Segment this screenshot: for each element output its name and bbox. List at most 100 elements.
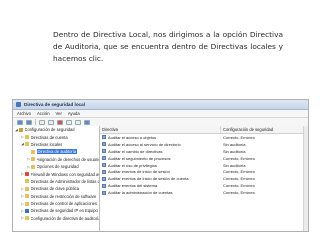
app-icon bbox=[16, 102, 21, 107]
forward-arrow-icon[interactable] bbox=[26, 119, 32, 125]
expander-icon[interactable]: ◢ bbox=[15, 128, 18, 132]
policy-cell: Auditar eventos de inicio de sesión de c… bbox=[100, 176, 221, 181]
show-tree-icon[interactable] bbox=[48, 119, 54, 125]
tree-item[interactable]: ▷ Directivas de restricción de software bbox=[13, 193, 99, 200]
tree-item[interactable]: ▷ Firewall de Windows con seguridad avanz… bbox=[13, 170, 99, 177]
table-row[interactable]: Auditar eventos de inicio de sesión de c… bbox=[100, 175, 308, 182]
tree-item[interactable]: ◢ Directivas locales bbox=[13, 141, 99, 148]
tree-item-label: Configuración de seguridad bbox=[24, 127, 75, 133]
policy-icon bbox=[102, 149, 106, 154]
slide-caption: Dentro de Directiva Local, nos dirigimos… bbox=[53, 30, 283, 63]
tree-item[interactable]: ▷ Directivas de cuenta bbox=[13, 133, 99, 140]
tree-item-label: Directiva de auditoría bbox=[36, 149, 78, 155]
expander-icon[interactable]: ▷ bbox=[27, 165, 30, 169]
menu-accion[interactable]: Acción bbox=[37, 111, 50, 116]
setting-cell: Correcto, Erróneo bbox=[223, 169, 255, 175]
tree-item[interactable]: ▷ Directivas de seguridad IP en Equipo lo… bbox=[13, 207, 99, 214]
expander-icon[interactable]: ▷ bbox=[21, 209, 24, 213]
policy-icon bbox=[102, 190, 106, 195]
tree-item[interactable]: ▷ Configuración de directiva de auditoría… bbox=[13, 215, 99, 222]
menu-archivo[interactable]: Archivo bbox=[17, 111, 31, 116]
expander-icon[interactable]: ▷ bbox=[21, 187, 24, 191]
back-arrow-icon[interactable] bbox=[17, 119, 23, 125]
security-policy-window: Directiva de seguridad local Archivo Acc… bbox=[12, 99, 309, 232]
policy-icon bbox=[102, 142, 106, 147]
export-list-icon[interactable] bbox=[75, 119, 81, 125]
policy-name: Auditar el seguimiento de procesos bbox=[108, 155, 171, 161]
table-row[interactable]: Auditar la administración de cuentas Corr… bbox=[100, 189, 308, 196]
vertical-scrollbar[interactable] bbox=[303, 126, 308, 231]
help-icon[interactable] bbox=[84, 119, 90, 125]
column-header-policy[interactable]: Directiva bbox=[100, 126, 221, 133]
folder-icon bbox=[25, 194, 29, 199]
menu-bar: Archivo Acción Ver Ayuda bbox=[13, 110, 308, 118]
tree-item[interactable]: Directivas de Administrador de listas de… bbox=[13, 178, 99, 185]
policy-icon bbox=[102, 163, 106, 167]
setting-cell: Correcto, Erróneo bbox=[223, 190, 255, 196]
menu-ver[interactable]: Ver bbox=[56, 111, 62, 116]
console-tree: ◢ Configuración de seguridad ▷ Directivas d… bbox=[13, 126, 100, 231]
policy-name: Auditar el acceso al servicio de directo… bbox=[108, 141, 181, 147]
policy-cell: Auditar el acceso al servicio de directo… bbox=[100, 142, 221, 147]
policy-cell: Auditar el seguimiento de procesos bbox=[100, 156, 221, 161]
tree-item[interactable]: Directiva de auditoría bbox=[13, 148, 99, 155]
window-titlebar: Directiva de seguridad local bbox=[13, 100, 308, 110]
table-row[interactable]: Auditar el seguimiento de procesos Correc… bbox=[100, 155, 308, 162]
policy-name: Auditar el uso de privilegios bbox=[108, 162, 157, 168]
delete-icon[interactable] bbox=[57, 119, 63, 125]
expander-icon[interactable]: ▷ bbox=[27, 157, 30, 161]
folder-icon bbox=[19, 127, 23, 132]
setting-cell: Sin auditoría bbox=[223, 148, 246, 154]
setting-cell: Correcto, Erróneo bbox=[223, 176, 255, 182]
expander-icon[interactable]: ◢ bbox=[21, 142, 24, 146]
list-header: Directiva Configuración de seguridad bbox=[100, 126, 308, 134]
expander-icon[interactable]: ▷ bbox=[21, 202, 24, 206]
table-row[interactable]: Auditar el uso de privilegios Sin auditor… bbox=[100, 162, 308, 169]
policy-name: Auditar el cambio de directivas bbox=[108, 148, 163, 154]
policy-icon bbox=[102, 176, 106, 181]
expander-icon[interactable]: ▷ bbox=[21, 135, 24, 139]
policy-list: Directiva Configuración de seguridad Aud… bbox=[100, 126, 308, 231]
policy-cell: Auditar la administración de cuentas bbox=[100, 190, 221, 195]
folder-icon bbox=[25, 172, 29, 177]
tree-item-label: Directivas de clave pública bbox=[30, 186, 79, 192]
folder-icon bbox=[31, 164, 35, 169]
tree-item[interactable]: ▷ Asignación de derechos de usuario bbox=[13, 156, 99, 163]
folder-icon bbox=[25, 142, 29, 147]
policy-icon bbox=[102, 156, 106, 161]
table-row[interactable]: Auditar eventos del sistema Correcto, Err… bbox=[100, 182, 308, 189]
policy-cell: Auditar el uso de privilegios bbox=[100, 163, 221, 168]
table-row[interactable]: Auditar eventos de inicio de sesión Corre… bbox=[100, 168, 308, 175]
tree-item[interactable]: ▷ Directivas de control de aplicaciones bbox=[13, 200, 99, 207]
up-folder-icon[interactable] bbox=[39, 119, 45, 125]
folder-icon bbox=[25, 208, 29, 213]
properties-icon[interactable] bbox=[66, 119, 72, 125]
policy-cell: Auditar eventos del sistema bbox=[100, 183, 221, 188]
setting-cell: Correcto, Erróneo bbox=[223, 183, 255, 189]
folder-icon bbox=[25, 201, 29, 206]
tree-item[interactable]: ▷ Opciones de seguridad bbox=[13, 163, 99, 170]
column-header-setting[interactable]: Configuración de seguridad bbox=[221, 126, 308, 133]
table-row[interactable]: Auditar el acceso a objetos Correcto, Err… bbox=[100, 134, 308, 141]
policy-cell: Auditar el cambio de directivas bbox=[100, 149, 221, 154]
folder-icon bbox=[31, 157, 35, 162]
tree-item-label: Directivas de seguridad IP en Equipo loc… bbox=[30, 208, 100, 214]
tree-item[interactable]: ◢ Configuración de seguridad bbox=[13, 126, 99, 133]
expander-icon[interactable]: ▷ bbox=[21, 216, 24, 220]
policy-name: Auditar eventos de inicio de sesión bbox=[108, 169, 170, 175]
menu-ayuda[interactable]: Ayuda bbox=[68, 111, 80, 116]
table-row[interactable]: Auditar el cambio de directivas Sin audit… bbox=[100, 148, 308, 155]
folder-icon bbox=[25, 179, 29, 184]
expander-icon[interactable]: ▷ bbox=[21, 194, 24, 198]
policy-name: Auditar el acceso a objetos bbox=[108, 134, 157, 140]
tree-item-label: Configuración de directiva de auditoría … bbox=[30, 215, 100, 221]
folder-icon bbox=[31, 149, 35, 154]
expander-icon[interactable]: ▷ bbox=[21, 172, 24, 176]
tree-item[interactable]: ▷ Directivas de clave pública bbox=[13, 185, 99, 192]
folder-icon bbox=[25, 186, 29, 191]
tree-item-label: Directivas de control de aplicaciones bbox=[30, 201, 97, 207]
setting-cell: Correcto, Erróneo bbox=[223, 155, 255, 161]
policy-cell: Auditar eventos de inicio de sesión bbox=[100, 169, 221, 174]
policy-cell: Auditar el acceso a objetos bbox=[100, 135, 221, 140]
table-row[interactable]: Auditar el acceso al servicio de directo… bbox=[100, 141, 308, 148]
